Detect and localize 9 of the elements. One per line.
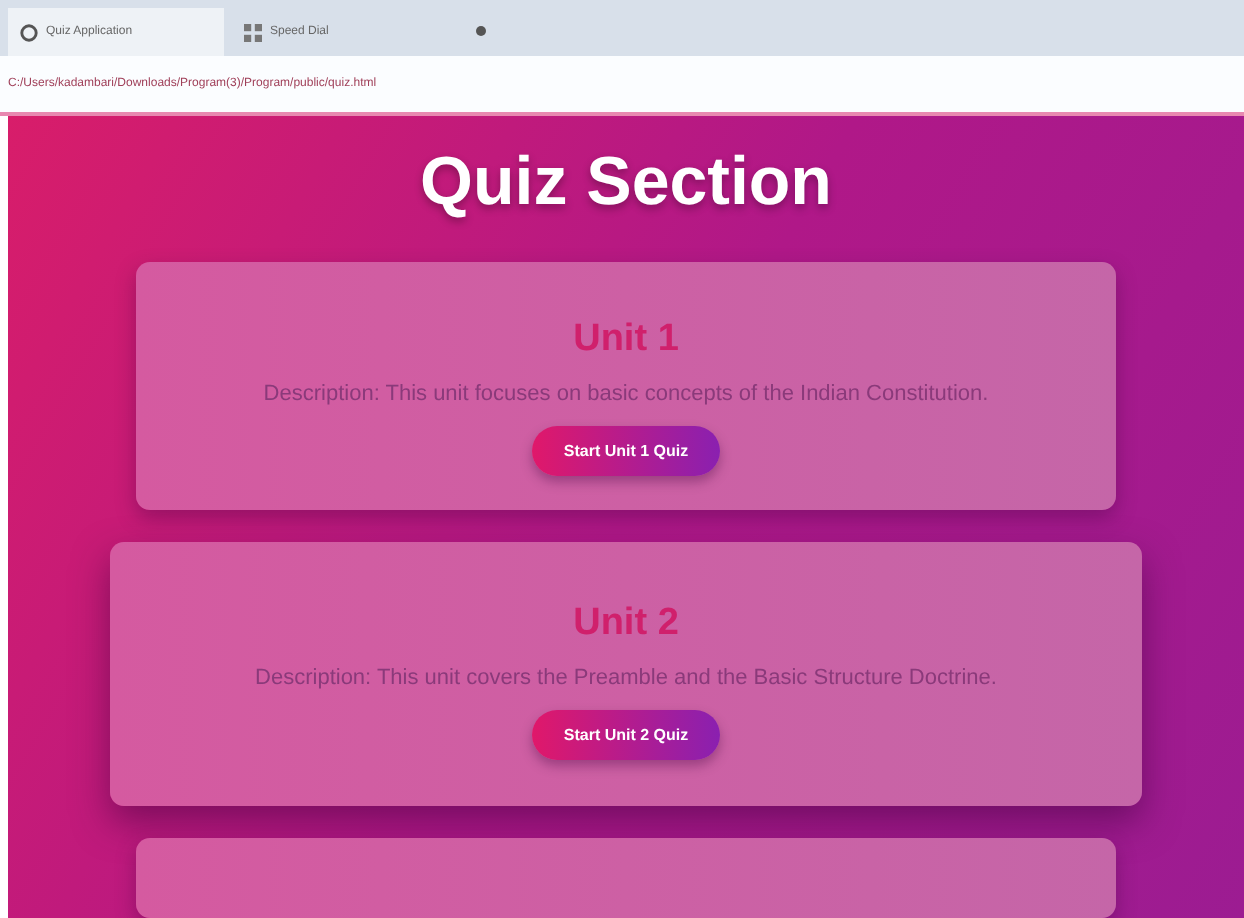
unit-description: Description: This unit covers the Preamble and the Basic Structure Doctrine. (255, 666, 997, 691)
page-title: Quiz Section (420, 144, 832, 222)
unit-title: Unit 2 (573, 602, 679, 647)
start-quiz-button[interactable]: Start Unit 2 Quiz (531, 710, 721, 761)
unit-description: Description: This unit focuses on basic concepts of the Indian Constitution. (263, 382, 989, 406)
unit-title: Unit 1 (573, 318, 679, 362)
grid-icon (244, 23, 262, 41)
dot-icon[interactable] (476, 26, 486, 36)
start-quiz-button[interactable]: Start Unit 1 Quiz (531, 426, 721, 476)
